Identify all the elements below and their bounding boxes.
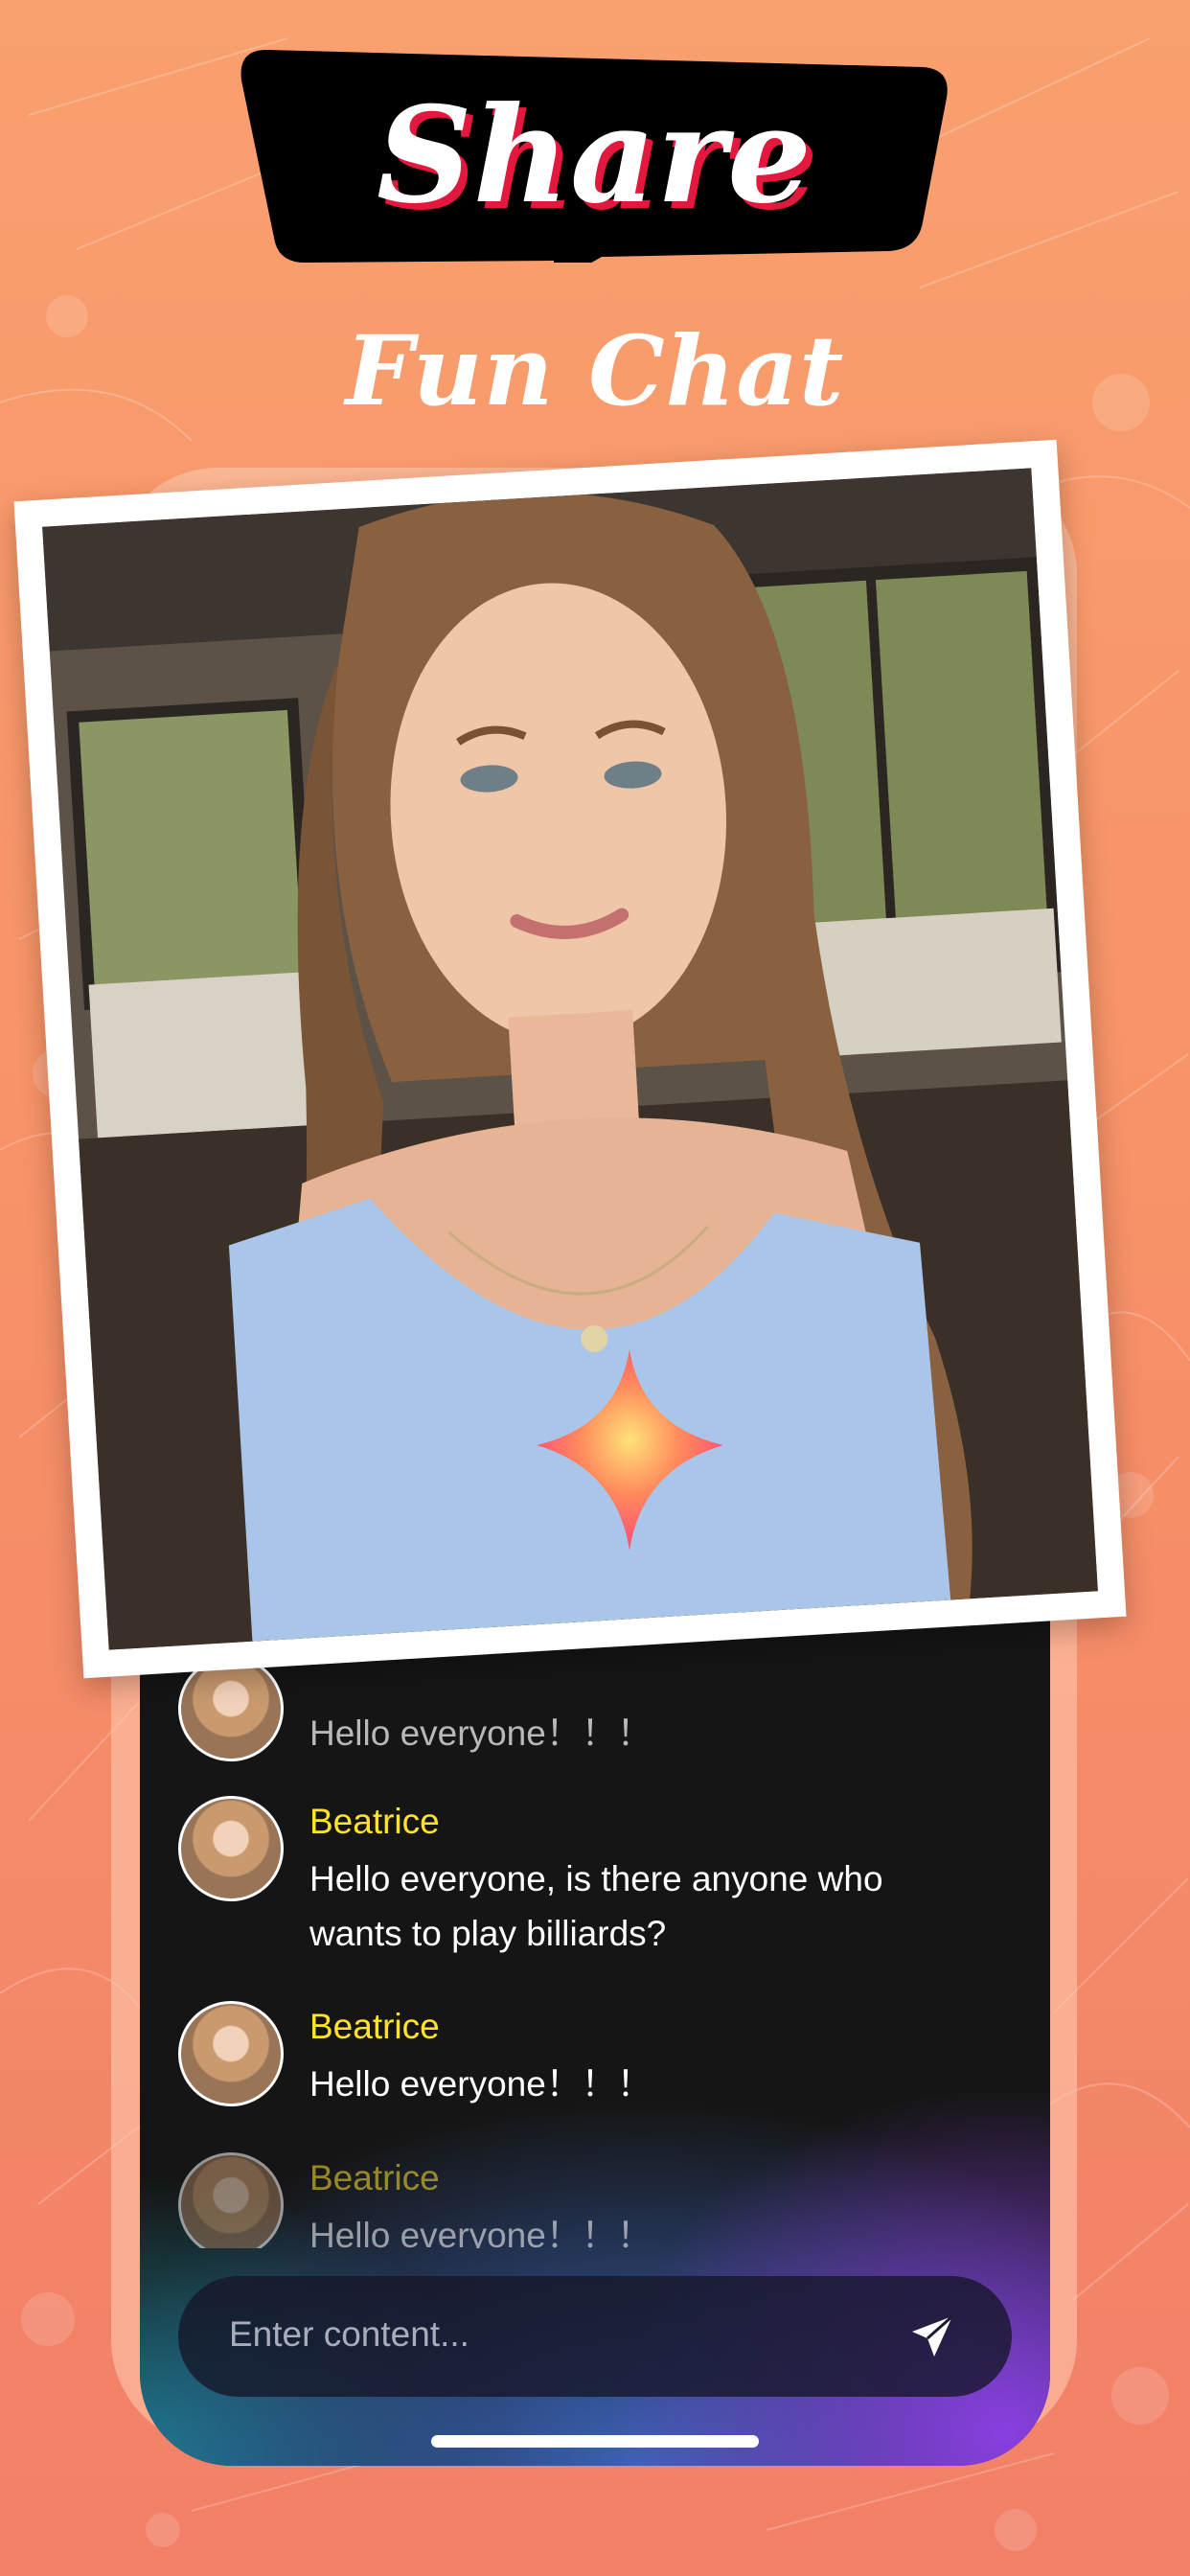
chat-message: Beatrice Hello everyone！！！ [178, 2152, 993, 2248]
input-placeholder: Enter content... [229, 2314, 469, 2354]
message-text: Hello everyone！！！ [309, 1714, 652, 1753]
sender-name[interactable]: Beatrice [309, 2158, 440, 2198]
message-input[interactable]: Enter content... [178, 2276, 1012, 2397]
title-badge: Share [238, 50, 951, 263]
avatar[interactable] [178, 2152, 284, 2248]
title-share: Share [377, 77, 812, 233]
avatar[interactable] [178, 1656, 284, 1761]
message-text: Hello everyone！！！ [309, 2064, 652, 2104]
avatar[interactable] [178, 2001, 284, 2106]
home-indicator [431, 2435, 759, 2448]
sender-name[interactable]: Beatrice [309, 2007, 440, 2047]
sender-name[interactable]: Beatrice [309, 1802, 440, 1842]
send-icon[interactable] [908, 2312, 956, 2360]
message-text: Hello everyone！！！ [309, 2216, 652, 2248]
subtitle-fun-chat: Fun Chat [345, 314, 845, 427]
avatar[interactable] [178, 1796, 284, 1901]
message-text: Hello everyone, is there anyone who want… [309, 1859, 883, 1953]
sparkle-icon [537, 1349, 723, 1551]
